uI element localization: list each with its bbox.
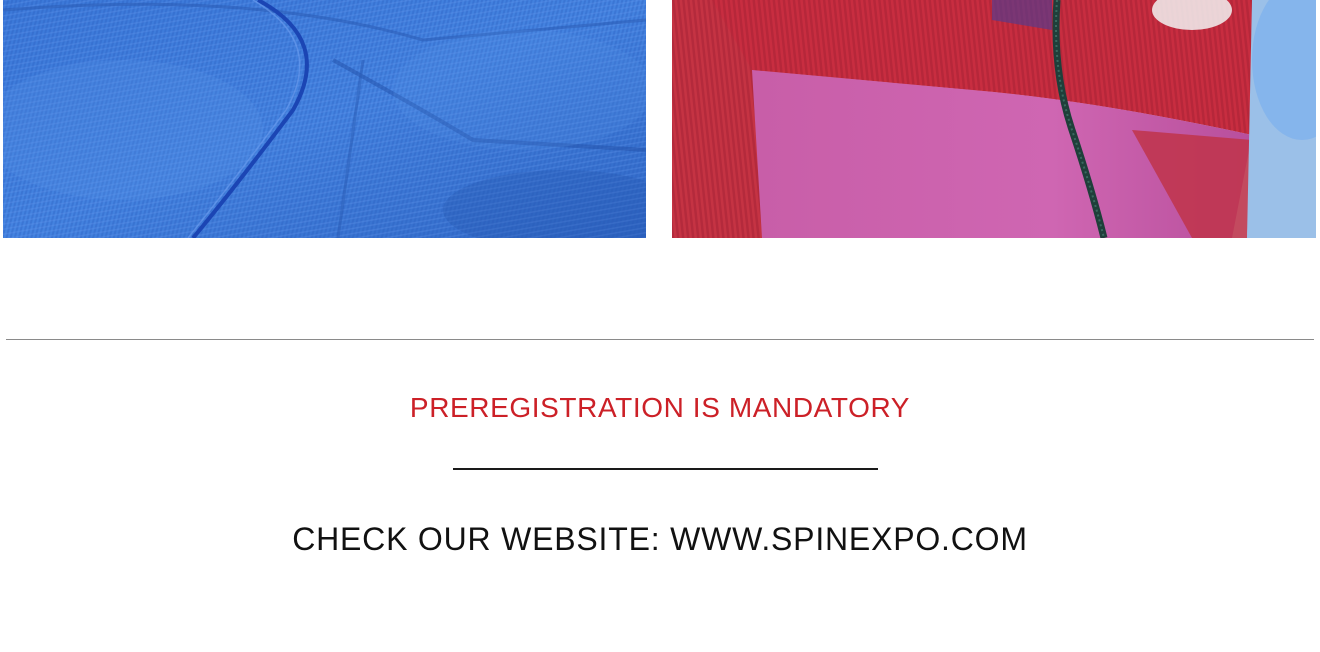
preregistration-notice: PREREGISTRATION IS MANDATORY: [409, 392, 911, 423]
section-divider: [6, 339, 1314, 340]
website-callout: CHECK OUR WEBSITE: WWW.SPINEXPO.COM: [292, 521, 1028, 557]
newsletter-footer: PREREGISTRATION IS MANDATORY CHECK OUR W…: [0, 0, 1320, 652]
blue-knit-fabric-photo: [3, 0, 646, 238]
short-divider: [453, 468, 878, 470]
zip-knit-jacket-photo: [672, 0, 1316, 238]
